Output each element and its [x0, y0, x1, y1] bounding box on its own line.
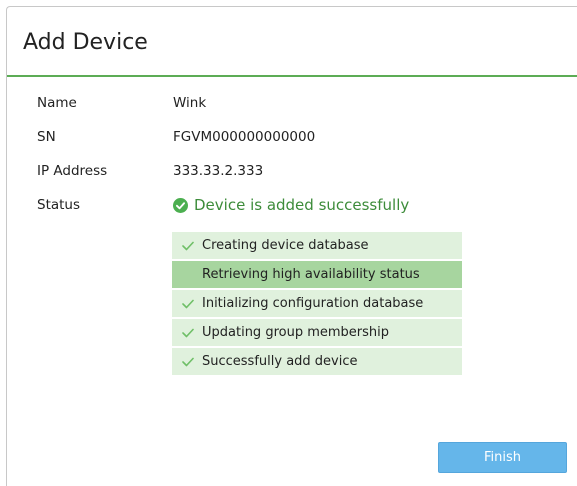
- step-label: Initializing configuration database: [202, 296, 424, 311]
- status-value: Device is added successfully: [173, 196, 409, 214]
- step-label: Updating group membership: [202, 325, 390, 340]
- status-label: Status: [37, 197, 81, 213]
- progress-steps: Creating device database Retrieving high…: [172, 232, 462, 377]
- step-label: Successfully add device: [202, 354, 358, 369]
- step-initializing-config-database: Initializing configuration database: [172, 290, 462, 317]
- add-device-dialog: Add Device Name Wink SN FGVM000000000000…: [6, 6, 577, 486]
- status-text: Device is added successfully: [194, 196, 410, 214]
- ip-address-label: IP Address: [37, 163, 108, 179]
- step-updating-group-membership: Updating group membership: [172, 319, 462, 346]
- name-value: Wink: [173, 95, 207, 111]
- finish-button[interactable]: Finish: [438, 442, 567, 473]
- checkmark-icon: [182, 241, 194, 250]
- checkmark-icon: [182, 299, 194, 308]
- dialog-title: Add Device: [23, 30, 148, 55]
- step-label: Retrieving high availability status: [202, 267, 420, 282]
- step-creating-device-database: Creating device database: [172, 232, 462, 259]
- name-label: Name: [37, 95, 77, 111]
- step-retrieving-ha-status: Retrieving high availability status: [172, 261, 462, 288]
- step-successfully-add-device: Successfully add device: [172, 348, 462, 375]
- sn-label: SN: [37, 129, 56, 145]
- step-label: Creating device database: [202, 238, 369, 253]
- ip-address-value: 333.33.2.333: [173, 163, 264, 179]
- check-circle-icon: [173, 197, 188, 213]
- checkmark-icon: [182, 328, 194, 337]
- sn-value: FGVM000000000000: [173, 129, 316, 145]
- dialog-header: Add Device: [7, 7, 577, 77]
- checkmark-icon: [182, 357, 194, 366]
